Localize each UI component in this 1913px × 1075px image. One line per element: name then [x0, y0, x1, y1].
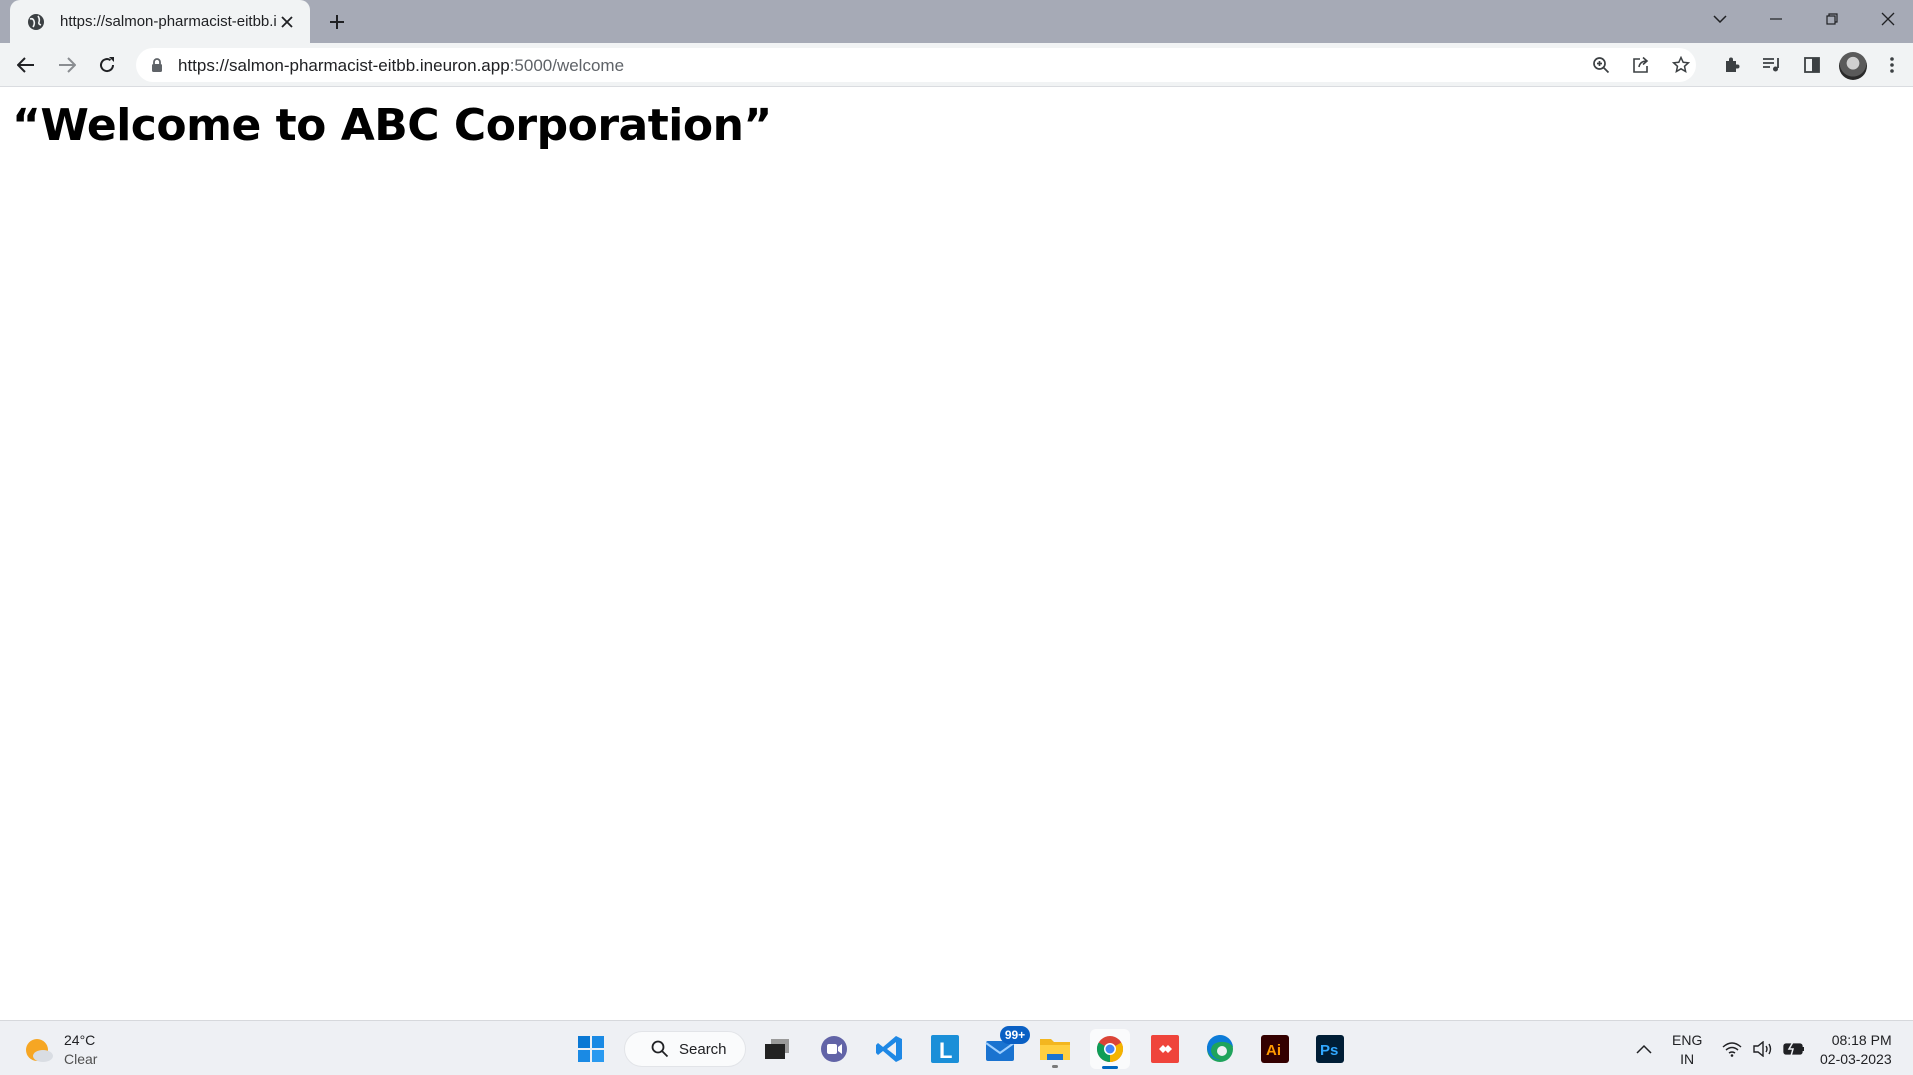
mail-badge: 99+	[1000, 1026, 1030, 1044]
profile-avatar[interactable]	[1839, 52, 1867, 80]
anydesk-icon[interactable]	[1145, 1029, 1185, 1069]
weather-sun-icon	[24, 1035, 54, 1065]
url-text[interactable]: https://salmon-pharmacist-eitbb.ineuron.…	[178, 56, 624, 76]
svg-text:Ai: Ai	[1266, 1042, 1281, 1059]
system-clock[interactable]: 08:18 PM 02-03-2023	[1820, 1031, 1892, 1069]
page-heading: “Welcome to ABC Corporation”	[12, 100, 772, 151]
browser-toolbar: https://salmon-pharmacist-eitbb.ineuron.…	[0, 43, 1913, 87]
more-menu-icon[interactable]	[1876, 49, 1908, 81]
address-bar[interactable]: https://salmon-pharmacist-eitbb.ineuron.…	[136, 48, 1696, 82]
forward-button[interactable]	[51, 49, 83, 81]
photoshop-icon[interactable]: Ps	[1310, 1029, 1350, 1069]
vscode-icon[interactable]	[870, 1029, 910, 1069]
lock-icon[interactable]	[150, 57, 166, 73]
new-tab-button[interactable]	[322, 8, 352, 36]
media-control-icon[interactable]	[1756, 49, 1788, 81]
weather-condition: Clear	[64, 1051, 98, 1067]
mail-icon[interactable]: 99+	[980, 1026, 1030, 1069]
reload-button[interactable]	[91, 49, 123, 81]
teams-chat-icon[interactable]	[814, 1029, 854, 1069]
side-panel-icon[interactable]	[1796, 49, 1828, 81]
weather-temperature: 24°C	[64, 1032, 96, 1048]
language-code: ENG	[1672, 1032, 1703, 1048]
chrome-icon[interactable]	[1090, 1029, 1130, 1069]
wifi-icon[interactable]	[1720, 1037, 1744, 1061]
globe-icon	[26, 12, 46, 32]
restore-icon[interactable]	[1804, 0, 1860, 38]
clock-time: 08:18 PM	[1831, 1032, 1892, 1048]
bookmark-star-icon[interactable]	[1668, 52, 1694, 78]
search-icon	[651, 1040, 669, 1058]
svg-text:L: L	[939, 1038, 952, 1063]
illustrator-icon[interactable]: Ai	[1255, 1029, 1295, 1069]
share-icon[interactable]	[1628, 52, 1654, 78]
start-button[interactable]	[571, 1029, 611, 1069]
lens-app-icon[interactable]: L	[925, 1029, 965, 1069]
extensions-icon[interactable]	[1716, 49, 1748, 81]
url-path: :5000/welcome	[509, 56, 625, 75]
edge-icon[interactable]	[1200, 1029, 1240, 1069]
task-view-icon[interactable]	[757, 1029, 797, 1069]
weather-widget[interactable]: 24°C Clear	[24, 1031, 97, 1069]
page-content: “Welcome to ABC Corporation”	[0, 88, 1913, 1020]
battery-icon[interactable]	[1782, 1037, 1806, 1061]
svg-text:Ps: Ps	[1320, 1042, 1338, 1059]
tab-strip: https://salmon-pharmacist-eitbb.ineuron.…	[0, 0, 1913, 43]
tab-title: https://salmon-pharmacist-eitbb.ineuron.…	[60, 13, 276, 30]
clock-date: 02-03-2023	[1820, 1051, 1892, 1067]
chevron-up-icon[interactable]	[1632, 1037, 1656, 1061]
browser-tab[interactable]: https://salmon-pharmacist-eitbb.ineuron.…	[10, 0, 310, 43]
url-host: https://salmon-pharmacist-eitbb.ineuron.…	[178, 56, 510, 75]
minimize-icon[interactable]	[1748, 0, 1804, 38]
close-tab-icon[interactable]	[276, 11, 298, 33]
language-indicator[interactable]: ENG IN	[1672, 1031, 1702, 1069]
taskbar-search[interactable]: Search	[624, 1031, 746, 1067]
close-window-icon[interactable]	[1860, 0, 1913, 38]
tab-search-icon[interactable]	[1692, 0, 1748, 38]
windows-taskbar: 24°C Clear Search L 99+ Ai Ps ENG IN 08:…	[0, 1020, 1913, 1075]
region-code: IN	[1680, 1051, 1695, 1067]
back-button[interactable]	[10, 49, 42, 81]
zoom-icon[interactable]	[1588, 52, 1614, 78]
file-explorer-icon[interactable]	[1035, 1029, 1075, 1069]
search-label: Search	[679, 1040, 727, 1058]
volume-icon[interactable]	[1751, 1037, 1775, 1061]
